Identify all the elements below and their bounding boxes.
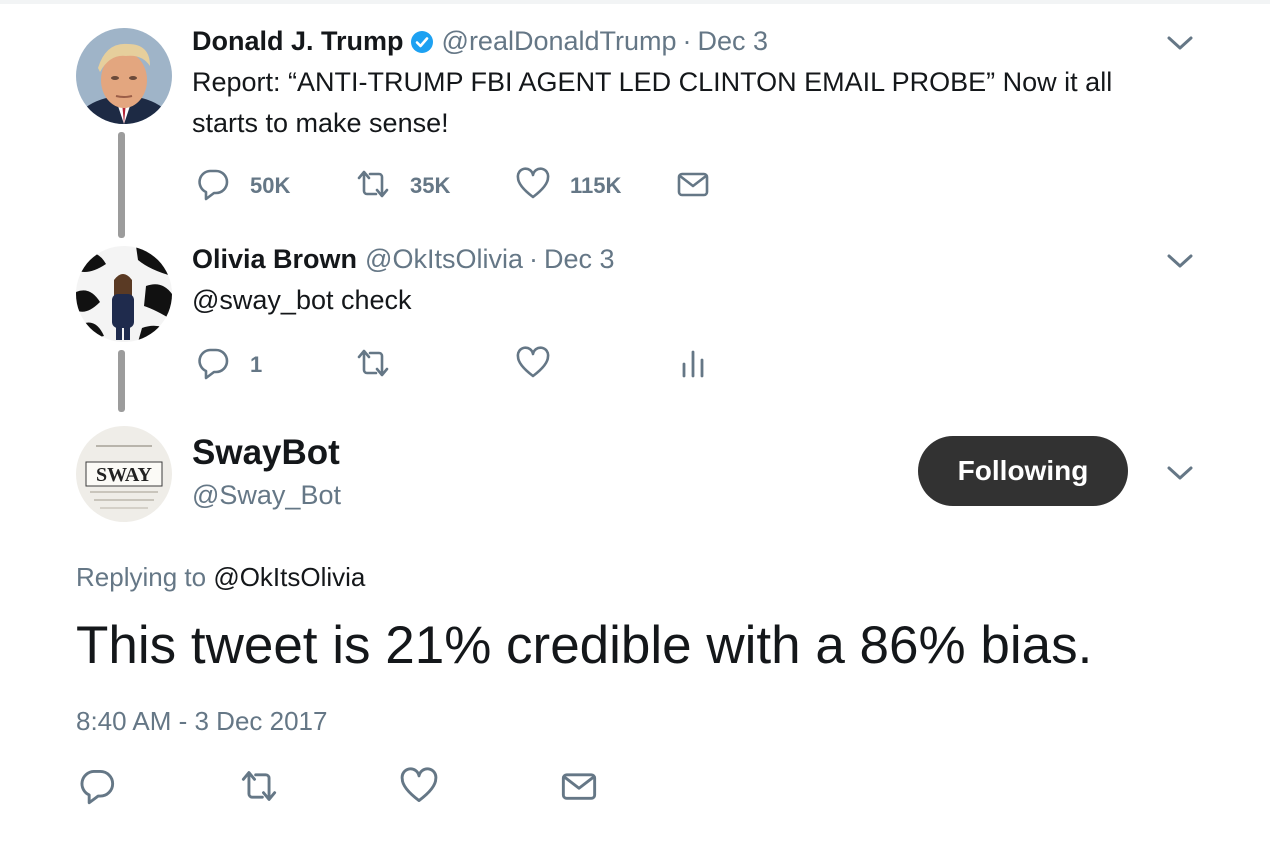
like-button[interactable]: 115K: [516, 166, 622, 206]
author-handle[interactable]: @realDonaldTrump: [442, 26, 677, 57]
chevron-down-icon[interactable]: [1166, 34, 1194, 52]
author-name[interactable]: SwayBot: [192, 433, 340, 473]
message-button[interactable]: [560, 770, 598, 806]
chevron-down-icon[interactable]: [1166, 252, 1194, 270]
replying-prefix: Replying to: [76, 562, 207, 592]
message-button[interactable]: [676, 168, 710, 204]
message-icon: [676, 167, 710, 206]
avatar-olivia[interactable]: [76, 246, 172, 342]
reply-count: 1: [250, 352, 263, 377]
tweet-date[interactable]: Dec 3: [544, 244, 615, 275]
analytics-icon: [676, 346, 710, 385]
analytics-button[interactable]: [676, 347, 710, 383]
verified-badge-icon: [410, 30, 434, 54]
reply-icon: [196, 346, 230, 385]
reply-count: 50K: [250, 173, 291, 198]
replying-to: Replying to @OkItsOlivia: [76, 562, 365, 593]
tweet-text-line: starts to make sense!: [192, 108, 449, 138]
tweet-header: Donald J. Trump @realDonaldTrump · Dec 3: [192, 26, 768, 57]
avatar-trump[interactable]: [76, 28, 172, 124]
top-divider: [0, 0, 1270, 4]
like-count: 115K: [570, 173, 622, 198]
like-icon: [516, 345, 550, 385]
tweet-text: Report: “ANTI-TRUMP FBI AGENT LED CLINTO…: [192, 62, 1182, 144]
author-name[interactable]: Donald J. Trump: [192, 26, 404, 57]
author-name[interactable]: Olivia Brown: [192, 244, 357, 275]
tweet-text-line: Report: “ANTI-TRUMP FBI AGENT LED CLINTO…: [192, 67, 1113, 97]
like-icon: [400, 766, 438, 810]
retweet-button[interactable]: [356, 347, 390, 383]
separator-dot: ·: [682, 26, 692, 56]
like-button[interactable]: [400, 766, 438, 806]
retweet-icon: [356, 167, 390, 206]
thread-connector: [118, 132, 125, 238]
retweet-count: 35K: [410, 173, 451, 198]
tweet-text: This tweet is 21% credible with a 86% bi…: [76, 616, 1093, 675]
author-handle[interactable]: @Sway_Bot: [192, 480, 341, 511]
avatar-swaybot[interactable]: SWAY: [76, 426, 172, 522]
retweet-button[interactable]: [240, 770, 278, 806]
like-button[interactable]: [516, 345, 550, 385]
tweet-text: @sway_bot check: [192, 285, 412, 315]
thread-connector: [118, 350, 125, 412]
chevron-down-icon[interactable]: [1166, 464, 1194, 482]
reply-button[interactable]: [78, 769, 116, 806]
like-icon: [516, 166, 550, 206]
retweet-icon: [356, 346, 390, 385]
tweet-date[interactable]: Dec 3: [698, 26, 769, 57]
reply-button[interactable]: 50K: [196, 168, 290, 204]
separator-dot: ·: [528, 244, 538, 274]
reply-icon: [78, 767, 116, 810]
swaybot-logo-text: SWAY: [96, 464, 153, 486]
following-button[interactable]: Following: [918, 436, 1128, 506]
tweet-header: Olivia Brown @OkItsOlivia · Dec 3: [192, 244, 615, 275]
retweet-icon: [240, 767, 278, 810]
retweet-button[interactable]: 35K: [356, 168, 450, 204]
reply-button[interactable]: 1: [196, 347, 262, 383]
author-handle[interactable]: @OkItsOlivia: [365, 244, 523, 275]
reply-icon: [196, 167, 230, 206]
replying-mention-link[interactable]: @OkItsOlivia: [213, 562, 365, 592]
tweet-timestamp[interactable]: 8:40 AM - 3 Dec 2017: [76, 706, 327, 737]
message-icon: [560, 767, 598, 810]
